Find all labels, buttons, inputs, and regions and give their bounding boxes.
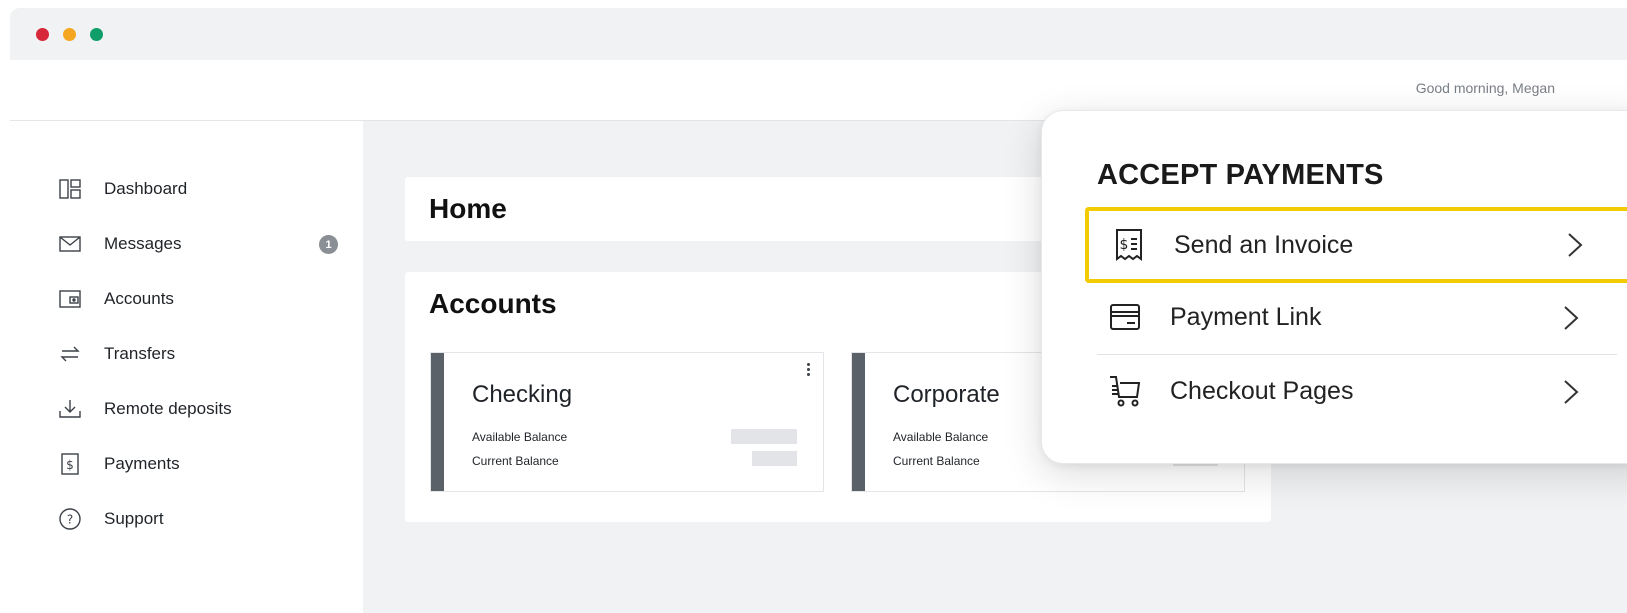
- cart-icon: [1107, 373, 1143, 409]
- available-balance-label: Available Balance: [893, 430, 989, 444]
- sidebar-item-label: Remote deposits: [104, 399, 232, 418]
- sidebar-item-payments[interactable]: $ Payments: [58, 449, 338, 479]
- available-balance-label: Available Balance: [472, 430, 568, 444]
- account-accent-bar: [852, 353, 865, 491]
- dollar-receipt-icon: $: [58, 452, 82, 476]
- sidebar: Dashboard Messages 1 Accounts Transfers: [10, 121, 363, 613]
- sidebar-item-label: Messages: [104, 234, 182, 253]
- sidebar-item-remote-deposits[interactable]: Remote deposits: [58, 394, 338, 424]
- sidebar-item-label: Dashboard: [104, 179, 188, 198]
- more-options-icon[interactable]: [805, 363, 811, 381]
- title-bar: [10, 8, 1627, 60]
- send-invoice-label: Send an Invoice: [1174, 230, 1354, 259]
- svg-text:$: $: [66, 458, 74, 472]
- payment-link-label: Payment Link: [1170, 302, 1322, 331]
- page-title: Home: [429, 193, 507, 224]
- sidebar-item-support[interactable]: ? Support: [58, 504, 338, 534]
- wallet-icon: [58, 287, 82, 311]
- checkout-pages-label: Checkout Pages: [1170, 376, 1354, 405]
- divider: [1097, 354, 1617, 355]
- maximize-window-button[interactable]: [90, 28, 103, 41]
- accept-payments-popup: ACCEPT PAYMENTS $ Send an Invoice Paymen…: [1041, 110, 1627, 464]
- minimize-window-button[interactable]: [63, 28, 76, 41]
- chevron-right-icon: [1559, 378, 1583, 406]
- chevron-right-icon: [1563, 231, 1587, 259]
- sidebar-item-accounts[interactable]: Accounts: [58, 284, 338, 314]
- account-accent-bar: [431, 353, 444, 491]
- payment-link-item[interactable]: Payment Link: [1097, 282, 1627, 352]
- download-icon: [58, 397, 82, 421]
- dashboard-icon: [58, 177, 82, 201]
- transfer-icon: [58, 342, 82, 366]
- mail-icon: [58, 232, 82, 256]
- sidebar-item-messages[interactable]: Messages 1: [58, 229, 338, 259]
- card-icon: [1107, 299, 1143, 335]
- current-balance-label: Current Balance: [472, 454, 559, 468]
- svg-text:?: ?: [67, 513, 73, 527]
- sidebar-item-dashboard[interactable]: Dashboard: [58, 174, 338, 204]
- sidebar-item-label: Accounts: [104, 289, 174, 308]
- account-name: Checking: [472, 381, 573, 408]
- checkout-pages-item[interactable]: Checkout Pages: [1097, 356, 1627, 426]
- sidebar-item-label: Transfers: [104, 344, 176, 363]
- chevron-right-icon: [1559, 304, 1583, 332]
- svg-text:$: $: [1120, 237, 1129, 253]
- invoice-icon: $: [1111, 227, 1147, 263]
- sidebar-item-label: Payments: [104, 454, 180, 473]
- popup-title: ACCEPT PAYMENTS: [1097, 159, 1384, 191]
- account-name: Corporate: [893, 381, 1000, 408]
- close-window-button[interactable]: [36, 28, 49, 41]
- sidebar-item-label: Support: [104, 509, 164, 528]
- current-balance-placeholder: [752, 451, 797, 466]
- account-tile-checking[interactable]: Checking Available Balance Current Balan…: [430, 352, 824, 492]
- sidebar-item-transfers[interactable]: Transfers: [58, 339, 338, 369]
- accounts-section-title: Accounts: [429, 288, 557, 319]
- available-balance-placeholder: [731, 429, 797, 444]
- greeting-text: Good morning, Megan: [1415, 80, 1555, 96]
- current-balance-label: Current Balance: [893, 454, 980, 468]
- help-icon: ?: [58, 507, 82, 531]
- unread-count-badge: 1: [319, 235, 338, 254]
- send-invoice-item[interactable]: $ Send an Invoice: [1085, 207, 1627, 283]
